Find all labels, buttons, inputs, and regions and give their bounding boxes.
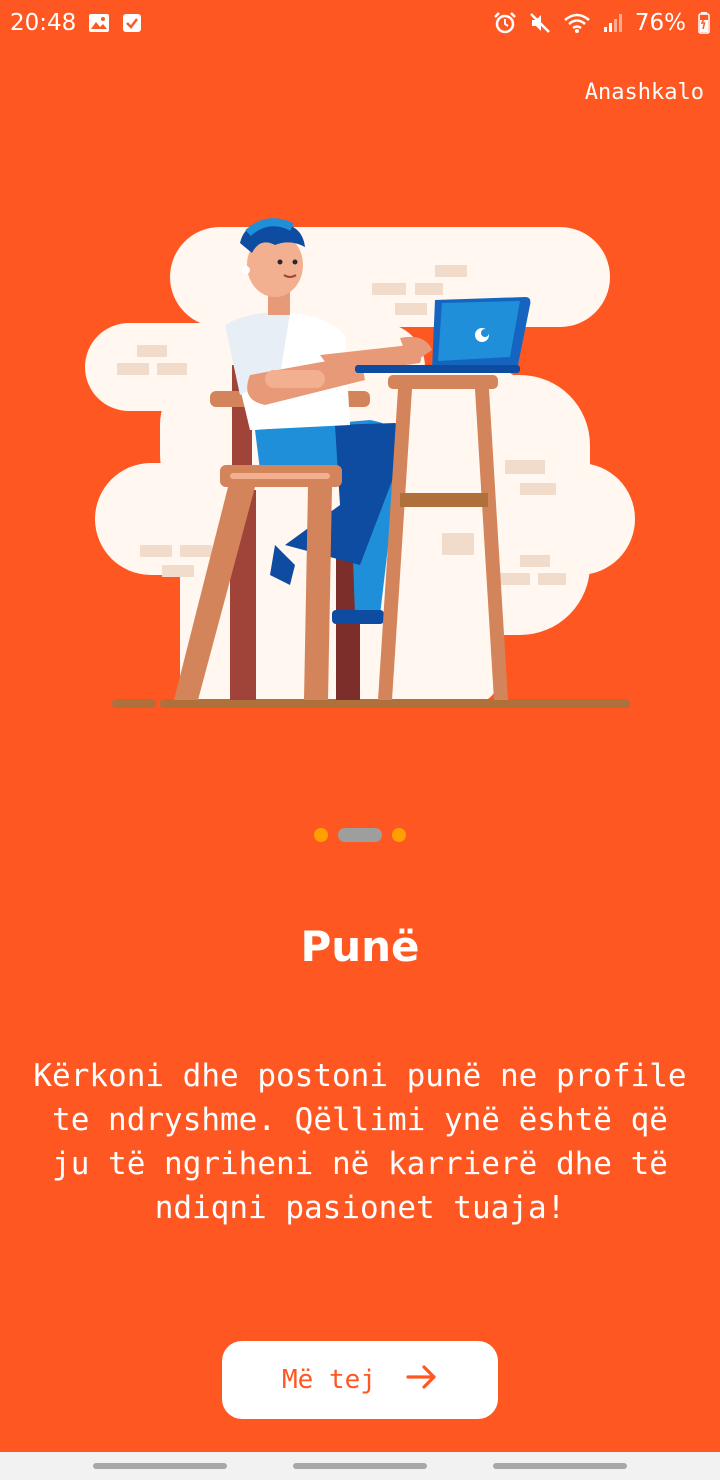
- mute-icon: [529, 12, 551, 34]
- nav-home-button[interactable]: [293, 1463, 427, 1469]
- skip-button[interactable]: Anashkalo: [585, 80, 704, 105]
- page-description: Kërkoni dhe postoni punë ne profile te n…: [33, 1058, 687, 1226]
- nav-recents-button[interactable]: [93, 1463, 227, 1469]
- signal-icon: [603, 13, 623, 33]
- status-bar: 20:48 76%: [0, 0, 720, 46]
- next-button[interactable]: Më tej: [222, 1341, 498, 1419]
- alarm-icon: [493, 12, 517, 34]
- battery-percent: 76%: [634, 10, 686, 36]
- status-left: 20:48: [10, 10, 142, 36]
- status-right: 76%: [493, 10, 710, 36]
- arrow-right-icon: [406, 1364, 438, 1397]
- gallery-icon: [88, 13, 110, 33]
- battery-charging-icon: [698, 12, 710, 34]
- nav-back-button[interactable]: [493, 1463, 627, 1469]
- page-dot[interactable]: [314, 828, 328, 842]
- system-nav-bar: [0, 1452, 720, 1480]
- page-title: Punë: [300, 922, 420, 971]
- wifi-icon: [563, 12, 591, 34]
- task-check-icon: [122, 13, 142, 33]
- page-dot[interactable]: [392, 828, 406, 842]
- page-dot-active[interactable]: [338, 828, 382, 842]
- clock: 20:48: [10, 10, 77, 36]
- next-button-label: Më tej: [282, 1365, 376, 1395]
- onboarding-illustration: [80, 215, 640, 725]
- page-indicator: [0, 828, 720, 842]
